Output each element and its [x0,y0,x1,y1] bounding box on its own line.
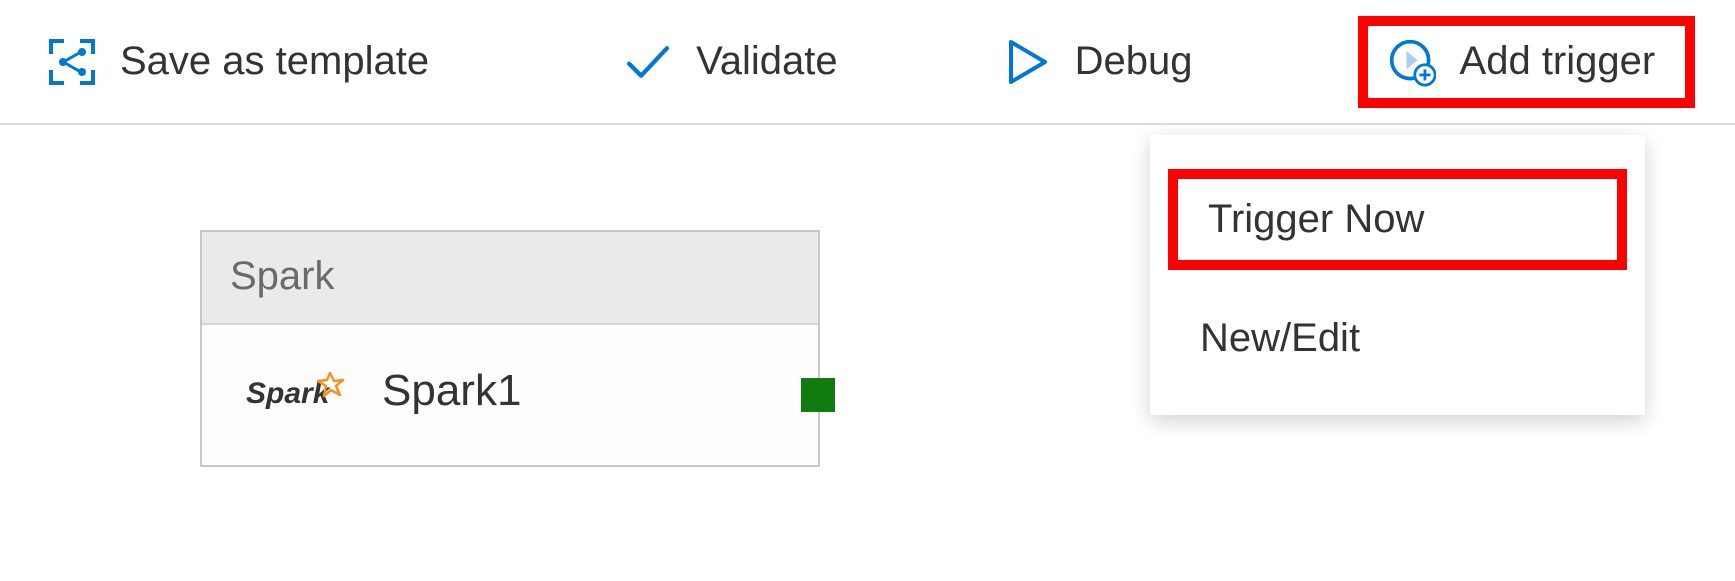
activity-type-label: Spark [202,232,818,325]
trigger-now-menu-item[interactable]: Trigger Now [1168,169,1627,270]
add-trigger-label: Add trigger [1460,39,1656,84]
activity-name-label: Spark1 [382,366,521,416]
spark-logo-icon: Spark [246,365,346,417]
debug-label: Debug [1075,39,1193,84]
new-edit-menu-item[interactable]: New/Edit [1150,292,1645,385]
spark-activity-card[interactable]: Spark Spark Spark1 [200,230,820,467]
play-outline-icon [1003,38,1051,86]
save-as-template-button[interactable]: Save as template [28,28,449,96]
success-output-connector[interactable] [801,378,835,412]
add-trigger-button[interactable]: Add trigger [1358,16,1696,108]
validate-label: Validate [696,39,838,84]
save-as-template-label: Save as template [120,39,429,84]
debug-button[interactable]: Debug [983,28,1213,96]
activity-body: Spark Spark1 [202,325,818,465]
validate-button[interactable]: Validate [604,28,858,96]
pipeline-toolbar: Save as template Validate Debug [0,0,1735,125]
clock-plus-icon [1388,38,1436,86]
checkmark-icon [624,38,672,86]
template-icon [48,38,96,86]
add-trigger-dropdown: Trigger Now New/Edit [1150,135,1645,415]
